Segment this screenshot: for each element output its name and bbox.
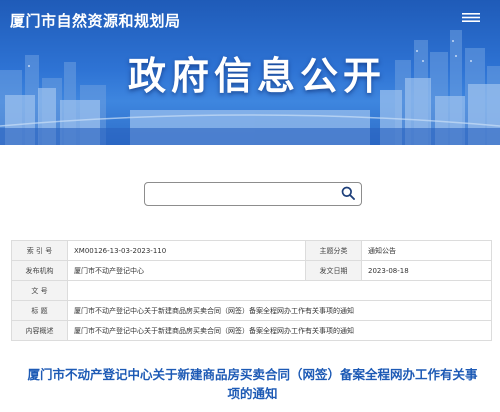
info-table: 索 引 号 XM00126-13-03-2023-110 主题分类 通知公告 发… — [11, 240, 492, 341]
table-row: 内容概述 厦门市不动产登记中心关于新建商品房买卖合同（网签）备案全程网办工作有关… — [11, 320, 492, 341]
summary-label: 内容概述 — [11, 320, 68, 341]
index-label: 索 引 号 — [11, 240, 68, 261]
docno-value — [67, 280, 492, 301]
publisher-value: 厦门市不动产登记中心 — [67, 260, 306, 281]
article-title: 厦门市不动产登记中心关于新建商品房买卖合同（网签）备案全程网办工作有关事项的通知 — [27, 367, 478, 401]
summary-value: 厦门市不动产登记中心关于新建商品房买卖合同（网签）备案全程网办工作有关事项的通知 — [67, 320, 492, 341]
table-row: 文 号 — [11, 280, 492, 301]
date-value: 2023-08-18 — [361, 260, 492, 281]
table-row: 发布机构 厦门市不动产登记中心 发文日期 2023-08-18 — [11, 260, 492, 281]
search-box[interactable] — [144, 182, 362, 206]
hero-title: 政府信息公开 — [127, 53, 386, 98]
publisher-label: 发布机构 — [11, 260, 68, 281]
table-row: 标 题 厦门市不动产登记中心关于新建商品房买卖合同（网签）备案全程网办工作有关事… — [11, 300, 492, 321]
search-icon[interactable] — [341, 186, 355, 200]
index-value: XM00126-13-03-2023-110 — [67, 240, 306, 261]
search-input[interactable] — [151, 186, 335, 202]
topic-label: 主题分类 — [305, 240, 362, 261]
date-label: 发文日期 — [305, 260, 362, 281]
subject-label: 标 题 — [11, 300, 68, 321]
table-row: 索 引 号 XM00126-13-03-2023-110 主题分类 通知公告 — [11, 240, 492, 261]
header-banner: 厦门市自然资源和规划局 政府信息公开 — [0, 0, 500, 145]
docno-label: 文 号 — [11, 280, 68, 301]
site-title[interactable]: 厦门市自然资源和规划局 — [10, 10, 181, 31]
topic-value: 通知公告 — [361, 240, 492, 261]
menu-icon[interactable] — [462, 13, 480, 22]
subject-value: 厦门市不动产登记中心关于新建商品房买卖合同（网签）备案全程网办工作有关事项的通知 — [67, 300, 492, 321]
